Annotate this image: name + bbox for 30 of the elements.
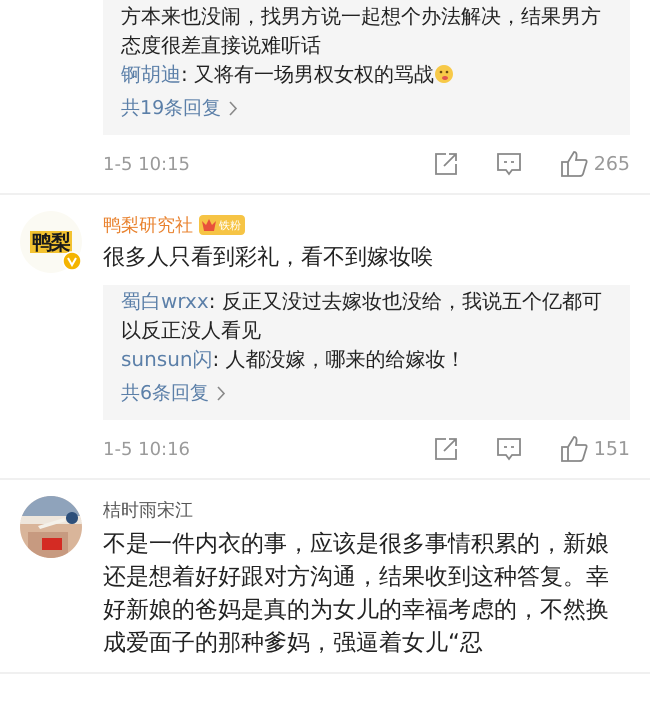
reply-text: 方本来也没闹，找男方说一起想个办法解决，结果男方态度很差直接说难听话 (121, 3, 602, 59)
avatar[interactable]: 鸭梨 (20, 211, 82, 273)
username[interactable]: 桔时雨宋江 (103, 498, 193, 522)
logo-text: 鸭梨 (30, 231, 72, 253)
comment-text: 很多人只看到彩礼，看不到嫁妆唉 (103, 244, 434, 272)
comment-icon (496, 152, 522, 176)
share-icon (434, 152, 458, 176)
username[interactable]: 鸭梨研究社 (103, 213, 193, 237)
comment-icon (496, 437, 522, 461)
like-button[interactable]: 265 (560, 150, 630, 178)
chevron-right-icon (229, 100, 238, 116)
more-replies-link[interactable]: 共6条回复 (121, 380, 612, 406)
share-button[interactable] (434, 152, 458, 176)
comment-button[interactable] (496, 437, 522, 461)
thumbs-up-icon (560, 435, 588, 463)
timestamp: 1-5 10:15 (103, 154, 191, 174)
more-replies-link[interactable]: 共19条回复 (121, 95, 612, 121)
reply-text: 蜀白wrxx: 反正又没过去嫁妆也没给，我说五个亿都可以反正没人看见 (121, 288, 603, 344)
share-button[interactable] (434, 437, 458, 461)
timestamp: 1-5 10:16 (103, 438, 191, 460)
thumbs-up-icon (560, 150, 588, 178)
share-icon (434, 437, 458, 461)
reply-text: 锕胡迪: 又将有一场男权女权的骂战 (121, 60, 612, 89)
fan-badge: 铁粉 (199, 215, 245, 235)
chevron-right-icon (217, 386, 226, 400)
reply-text: sunsun闪: 人都没嫁，哪来的给嫁妆！ (121, 346, 467, 373)
crown-icon (201, 217, 217, 233)
comment-button[interactable] (496, 152, 522, 176)
comment-text: 不是一件内衣的事，应该是很多事情积累的，新娘还是想着好好跟对方沟通，结果收到这种答复。幸好新娘的爸妈是真的为女儿的幸福考虑的，不然换成爱面子的那种爹妈，强逼着女儿“忍 (103, 530, 610, 658)
like-button[interactable]: 151 (560, 435, 630, 463)
